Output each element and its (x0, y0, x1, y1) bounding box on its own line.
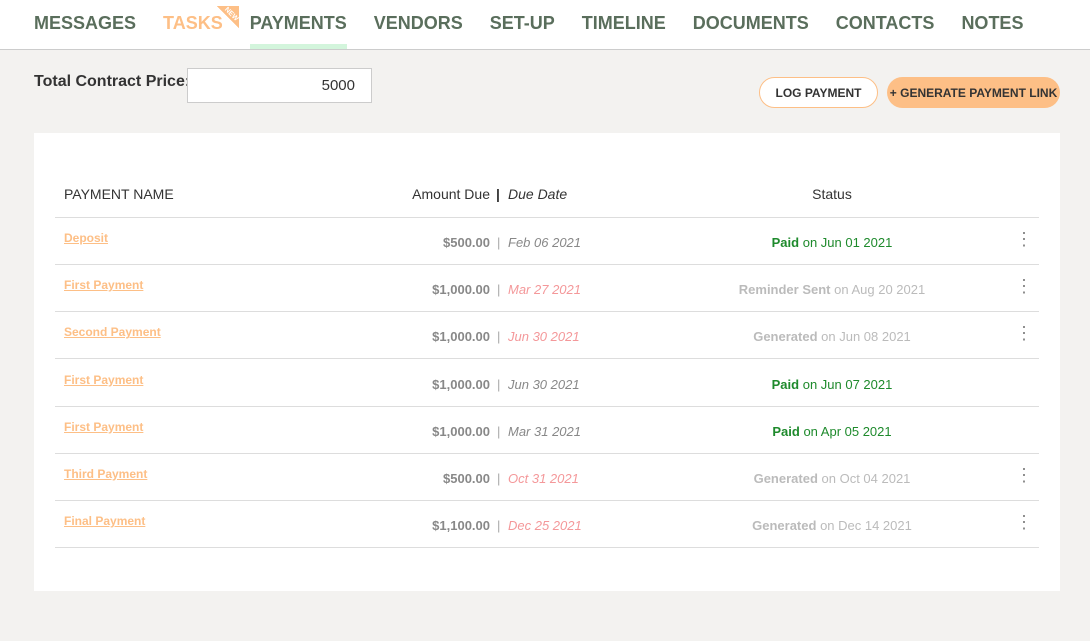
more-options-icon[interactable]: ⋮ (1015, 324, 1033, 342)
top-nav: MESSAGES TASKS NEW PAYMENTS VENDORS SET-UP TIM… (0, 0, 1090, 50)
tab-label: DOCUMENTS (692, 13, 809, 33)
amount-due: $1,100.00 (432, 518, 490, 534)
separator: | (497, 282, 501, 298)
table-row: First Payment $1,000.00 | Mar 31 2021 Paid o… (55, 407, 1039, 454)
tab-label: PAYMENTS (249, 13, 347, 33)
tab-vendors[interactable]: VENDORS (374, 0, 463, 49)
due-date: Jun 30 2021 (508, 376, 580, 392)
payment-status: Generated on Oct 04 2021 (632, 471, 1032, 486)
table-header: PAYMENT NAME Amount Due | Due Date Statu… (55, 133, 1039, 218)
status-label: Generated (753, 329, 818, 345)
total-contract-price-input[interactable] (187, 68, 372, 103)
amount-due: $1,000.00 (432, 423, 490, 439)
payment-name-link[interactable]: Second Payment (64, 325, 161, 339)
tab-label: NOTES (961, 13, 1024, 33)
due-date: Mar 31 2021 (508, 423, 581, 439)
separator: | (497, 235, 501, 250)
tab-documents[interactable]: DOCUMENTS (693, 0, 809, 49)
status-label: Generated (752, 518, 817, 534)
amount-due: $500.00 (443, 235, 490, 250)
status-date: on Oct 04 2021 (821, 471, 911, 486)
status-date: on Aug 20 2021 (834, 282, 926, 298)
status-date: on Dec 14 2021 (820, 518, 912, 534)
amount-due: $1,000.00 (432, 329, 490, 345)
header-amount-due: Amount Due (412, 186, 490, 202)
header-status: Status (812, 186, 852, 202)
table-row: First Payment $1,000.00 | Jun 30 2021 Paid o… (55, 360, 1039, 407)
table-row: Second Payment $1,000.00 | Jun 30 2021 Gener… (55, 312, 1039, 360)
payment-name-link[interactable]: Third Payment (64, 467, 147, 481)
tab-timeline[interactable]: TIMELINE (582, 0, 666, 49)
payment-name-link[interactable]: First Payment (64, 278, 143, 292)
due-date: Feb 06 2021 (508, 235, 582, 250)
new-badge: NEW (216, 6, 240, 28)
header-due-date: Due Date (508, 186, 568, 202)
header-separator: | (496, 186, 500, 202)
more-options-icon[interactable]: ⋮ (1015, 466, 1033, 484)
separator: | (497, 518, 501, 534)
status-date: on Jun 01 2021 (802, 235, 893, 250)
total-contract-price-label: Total Contract Price: (34, 73, 191, 90)
tab-contacts[interactable]: CONTACTS (836, 0, 935, 49)
payment-name-link[interactable]: Deposit (64, 231, 108, 245)
separator: | (497, 423, 501, 439)
status-label: Paid (771, 235, 800, 250)
tab-label: VENDORS (373, 13, 463, 33)
tab-set-up[interactable]: SET-UP (490, 0, 555, 49)
payment-status: Generated on Dec 14 2021 (632, 518, 1032, 533)
payment-status: Paid on Jun 07 2021 (632, 377, 1032, 392)
tab-label: SET-UP (489, 13, 555, 33)
more-options-icon[interactable]: ⋮ (1015, 513, 1033, 531)
status-label: Generated (753, 471, 818, 486)
due-date: Jun 30 2021 (508, 329, 580, 345)
table-row: Final Payment $1,100.00 | Dec 25 2021 Genera… (55, 501, 1039, 549)
due-date: Oct 31 2021 (508, 471, 579, 486)
amount-due: $1,000.00 (432, 282, 490, 298)
tab-payments[interactable]: PAYMENTS (249, 0, 347, 49)
payment-status: Reminder Sent on Aug 20 2021 (632, 282, 1032, 297)
header-payment-name: PAYMENT NAME (64, 186, 174, 202)
table-row: Deposit $500.00 | Feb 06 2021 Paid on Jun 01… (55, 218, 1039, 265)
separator: | (497, 376, 501, 392)
tab-tasks[interactable]: TASKS NEW (163, 0, 240, 49)
due-date: Dec 25 2021 (508, 518, 582, 534)
tab-label: CONTACTS (835, 13, 935, 33)
payment-status: Paid on Apr 05 2021 (632, 424, 1032, 439)
separator: | (497, 471, 501, 486)
tab-label: TASKS (163, 13, 223, 33)
contract-bar: Total Contract Price: LOG PAYMENT + GENE… (0, 50, 1090, 134)
tab-messages[interactable]: MESSAGES (34, 0, 136, 49)
payment-status: Paid on Jun 01 2021 (632, 235, 1032, 250)
tab-notes[interactable]: NOTES (961, 0, 1023, 49)
more-options-icon[interactable]: ⋮ (1015, 230, 1033, 248)
log-payment-button[interactable]: LOG PAYMENT (759, 77, 878, 108)
status-label: Paid (772, 423, 800, 439)
payment-name-link[interactable]: First Payment (64, 420, 143, 434)
table-row: Third Payment $500.00 | Oct 31 2021 Generate… (55, 454, 1039, 501)
status-date: on Jun 07 2021 (802, 376, 893, 392)
table-row: First Payment $1,000.00 | Mar 27 2021 Remind… (55, 265, 1039, 313)
payments-table: PAYMENT NAME Amount Due | Due Date Statu… (34, 133, 1060, 591)
new-badge-label: NEW (223, 6, 240, 23)
tab-label: MESSAGES (34, 13, 137, 33)
payment-name-link[interactable]: Final Payment (64, 514, 145, 528)
payment-status: Generated on Jun 08 2021 (632, 329, 1032, 344)
amount-due: $1,000.00 (432, 376, 490, 392)
due-date: Mar 27 2021 (508, 282, 581, 298)
generate-payment-link-button[interactable]: + GENERATE PAYMENT LINK (887, 77, 1060, 108)
tab-label: TIMELINE (581, 13, 666, 33)
status-date: on Apr 05 2021 (803, 423, 892, 439)
status-label: Reminder Sent (738, 282, 831, 298)
status-label: Paid (771, 376, 800, 392)
status-date: on Jun 08 2021 (821, 329, 911, 345)
payment-name-link[interactable]: First Payment (64, 373, 143, 387)
more-options-icon[interactable]: ⋮ (1015, 277, 1033, 295)
amount-due: $500.00 (443, 471, 490, 486)
separator: | (497, 329, 501, 345)
